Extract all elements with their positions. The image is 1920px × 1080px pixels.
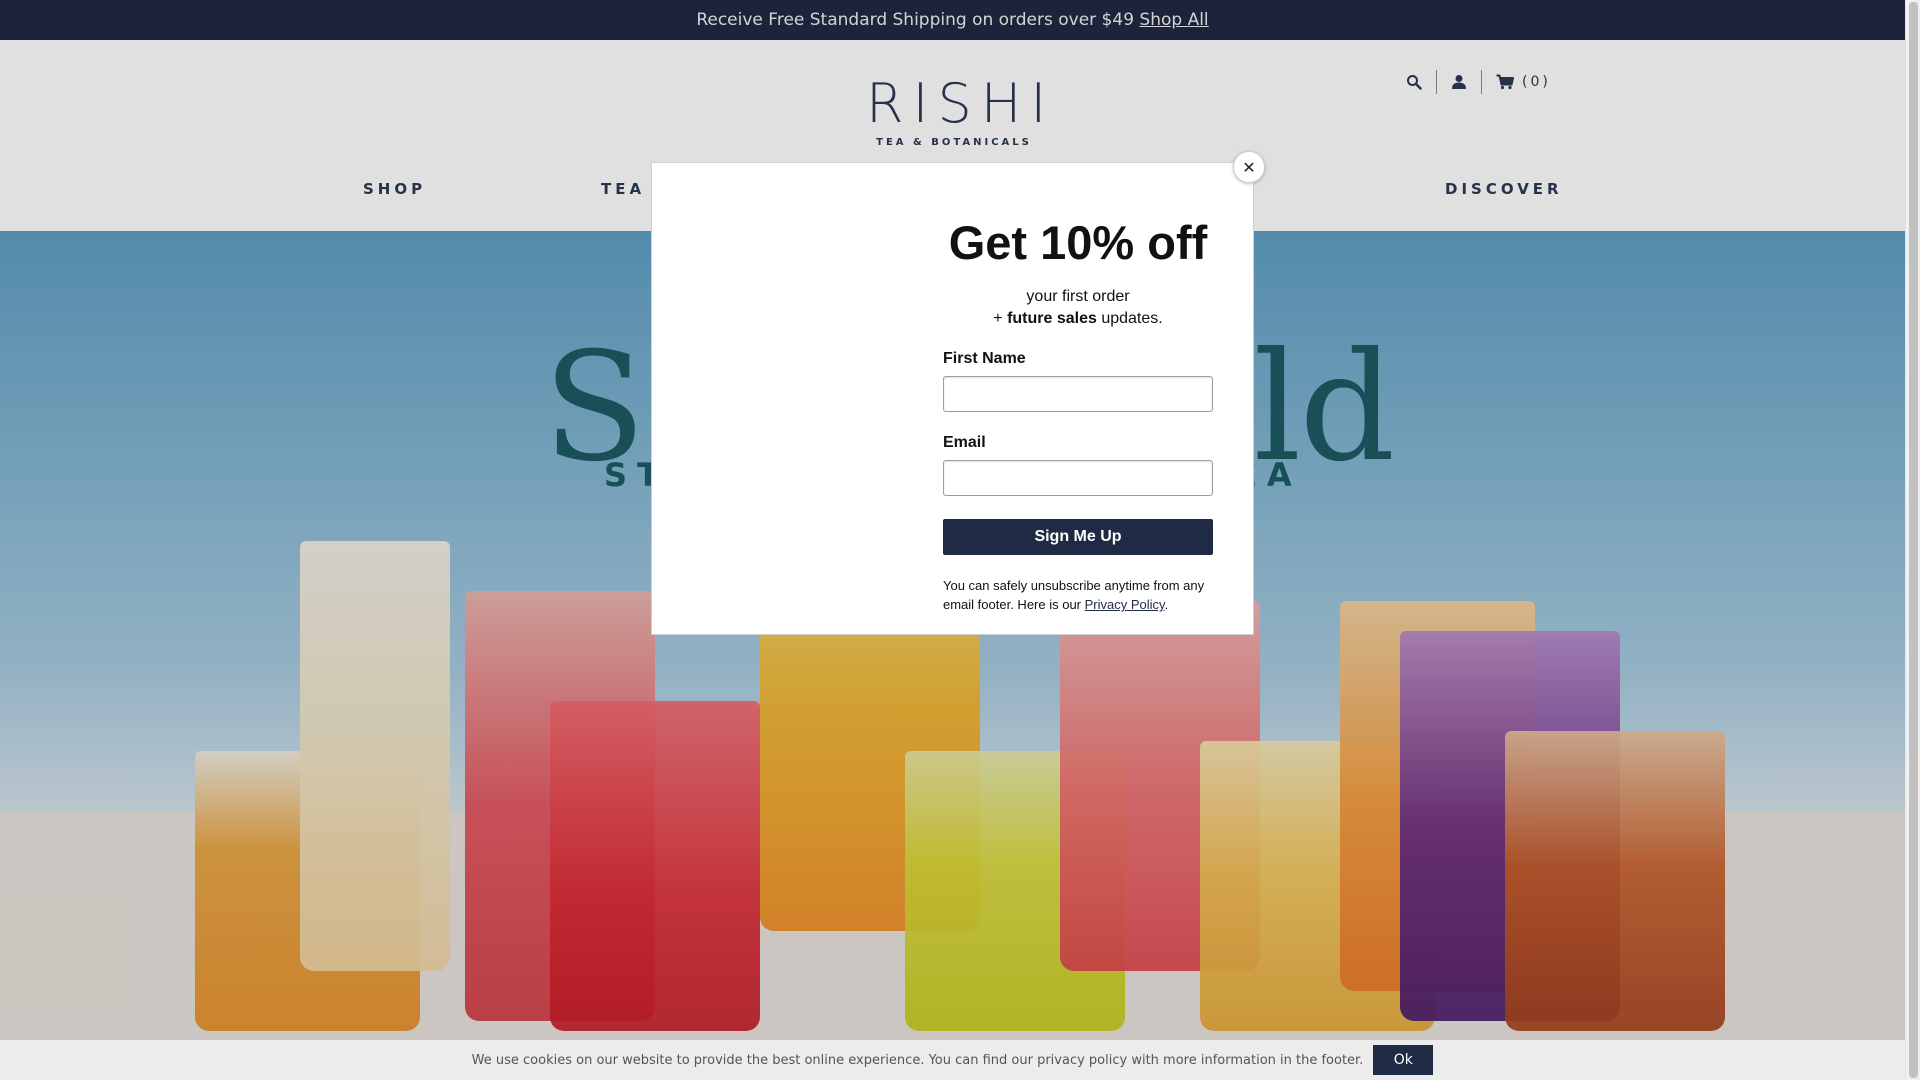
popup-title: Get 10% off bbox=[948, 216, 1208, 269]
popup-line2-prefix: + bbox=[993, 310, 1008, 327]
cookie-banner: We use cookies on our website to provide… bbox=[0, 1040, 1905, 1080]
first-name-field[interactable] bbox=[943, 376, 1213, 412]
privacy-policy-link[interactable]: Privacy Policy bbox=[1085, 597, 1165, 612]
email-label: Email bbox=[943, 434, 986, 451]
close-popup-button[interactable]: ✕ bbox=[1233, 151, 1265, 183]
close-icon: ✕ bbox=[1242, 157, 1256, 177]
unsubscribe-note-end: . bbox=[1164, 597, 1169, 612]
sign-me-up-button[interactable]: Sign Me Up bbox=[943, 519, 1213, 555]
cookie-text: We use cookies on our website to provide… bbox=[471, 1052, 1364, 1068]
unsubscribe-note: You can safely unsubscribe anytime from … bbox=[943, 576, 1213, 614]
popup-subtitle: your first order bbox=[1026, 288, 1130, 305]
page-scrollbar[interactable] bbox=[1905, 0, 1920, 1080]
first-name-label: First Name bbox=[943, 350, 1026, 367]
cookie-ok-button[interactable]: Ok bbox=[1373, 1045, 1434, 1075]
popup-subtitle-2: + future sales updates. bbox=[943, 310, 1213, 328]
popup-line2-suffix: updates. bbox=[1096, 310, 1163, 327]
discount-popup: Get 10% off your first order + future sa… bbox=[651, 162, 1254, 635]
popup-line2-bold: future sales bbox=[1007, 310, 1097, 327]
scrollbar-thumb[interactable] bbox=[1909, 2, 1918, 1078]
email-field[interactable] bbox=[943, 460, 1213, 496]
